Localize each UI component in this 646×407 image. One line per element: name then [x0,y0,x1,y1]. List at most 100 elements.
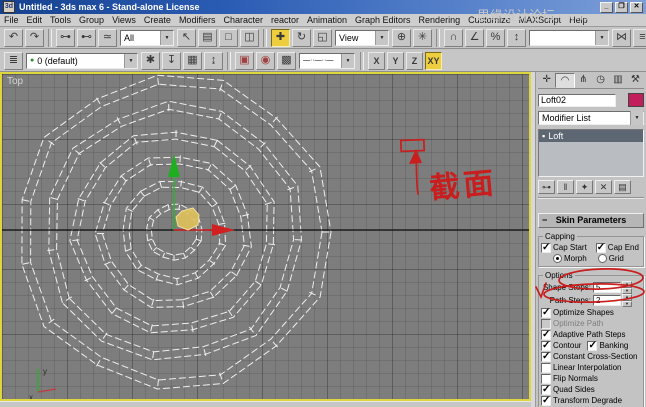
banking-checkbox[interactable] [587,341,597,351]
flip-normals-checkbox[interactable] [541,374,551,384]
shape-steps-spinner[interactable]: ▲▼ [622,281,632,294]
menu-item-edit[interactable]: Edit [23,15,47,25]
undo-button[interactable]: ↶ [4,29,23,47]
menu-item-maxscript[interactable]: MAXScript [515,15,566,25]
restore-button[interactable]: ❐ [615,2,628,13]
grid-radio[interactable] [598,254,607,263]
menu-item-group[interactable]: Group [75,15,108,25]
linetype-dropdown[interactable]: —··—··— ▼ [299,53,355,69]
spinner-snap-button[interactable]: ↕ [507,29,526,47]
select-and-link-button[interactable]: ⊶ [56,29,75,47]
tab-motion[interactable]: ◷ [592,73,609,88]
cap-end-checkbox[interactable] [596,243,606,253]
modifier-stack[interactable]: ▪ Loft [538,129,644,177]
tab-modify[interactable]: ◠ [555,73,574,88]
select-and-move-button[interactable]: ✚ [271,29,290,47]
tab-display[interactable]: ▥ [609,73,626,88]
menu-item-modifiers[interactable]: Modifiers [175,15,220,25]
menu-item-tools[interactable]: Tools [46,15,75,25]
select-by-name-button[interactable]: ▤ [198,29,217,47]
toolbar-separator [436,29,440,47]
skin-parameters-rollout-header[interactable]: − Skin Parameters [538,213,644,228]
select-object-button[interactable]: ↖ [177,29,196,47]
selection-region-button[interactable]: □ [219,29,238,47]
align-button[interactable]: ≡ [633,29,646,47]
named-selection-input[interactable] [533,32,593,44]
optimize-shapes-checkbox[interactable] [541,308,551,318]
restrict-xy-plane-button[interactable]: XY [425,52,442,70]
path-steps-spinner[interactable]: ▲▼ [622,294,632,307]
material-editor-button[interactable]: ◉ [256,52,275,70]
remove-modifier-button[interactable]: ✕ [595,180,612,194]
named-selection-dropdown[interactable]: ▼ [529,30,609,46]
menu-item-create[interactable]: Create [140,15,175,25]
menu-item-reactor[interactable]: reactor [267,15,303,25]
tab-hierarchy[interactable]: ⋔ [575,73,592,88]
restrict-x-button[interactable]: X [368,52,385,70]
morph-radio[interactable] [553,254,562,263]
object-name-input[interactable] [538,94,616,107]
menu-item-help[interactable]: Help [565,15,592,25]
select-and-manipulate-button[interactable]: ✳ [413,29,432,47]
viewport-label[interactable]: Top [7,76,23,87]
restrict-y-button[interactable]: Y [387,52,404,70]
minimize-button[interactable]: _ [600,2,613,13]
configure-modifier-sets-button[interactable]: ▤ [614,180,631,194]
make-unique-button[interactable]: ✦ [576,180,593,194]
menu-item-customize[interactable]: Customize [464,15,515,25]
new-layer-button[interactable]: ✱ [141,52,160,70]
unlink-selection-button[interactable]: ⊷ [77,29,96,47]
layer-manager-button[interactable]: ≣ [4,52,23,70]
constant-cross-section-checkbox[interactable] [541,352,551,362]
redo-button[interactable]: ↷ [25,29,44,47]
pin-stack-button[interactable]: ⊶ [538,180,555,194]
selected-loft-shape[interactable] [176,208,199,230]
shape-steps-value[interactable]: 5 [593,282,621,293]
linetype-value: —··—··— [303,57,333,64]
render-scene-button[interactable]: ▩ [277,52,296,70]
stack-toolbar: ⊶ ‖ ✦ ✕ ▤ [538,180,644,199]
viewport-canvas[interactable]: x y [2,74,529,399]
selection-filter-dropdown[interactable]: All ▼ [120,30,174,46]
select-and-rotate-button[interactable]: ↻ [292,29,311,47]
layer-dropdown[interactable]: ● 0 (default) ▼ [26,53,138,69]
window-crossing-button[interactable]: ◫ [240,29,259,47]
menu-item-file[interactable]: File [0,15,23,25]
tab-utilities[interactable]: ⚒ [627,73,644,88]
stack-item-loft[interactable]: ▪ Loft [539,130,643,142]
path-steps-value[interactable]: 2 [593,295,621,306]
angle-snap-button[interactable]: ∠ [465,29,484,47]
use-pivot-center-button[interactable]: ⊕ [392,29,411,47]
scale-icon: ◱ [317,31,327,43]
restrict-z-button[interactable]: Z [406,52,423,70]
menu-item-views[interactable]: Views [108,15,140,25]
object-color-swatch[interactable] [628,93,644,107]
menu-item-animation[interactable]: Animation [303,15,351,25]
menu-item-character[interactable]: Character [219,15,267,25]
reference-coordinate-dropdown[interactable]: View ▼ [335,30,389,46]
adaptive-path-steps-checkbox[interactable] [541,330,551,340]
spin-down-icon[interactable]: ▼ [622,301,632,308]
show-end-result-button[interactable]: ‖ [557,180,574,194]
contour-checkbox[interactable] [541,341,551,351]
schematic-view-button[interactable]: ▣ [235,52,254,70]
panel-scrollbar[interactable] [531,72,536,407]
tab-create[interactable]: ✛ [538,73,555,88]
mirror-button[interactable]: ⋈ [612,29,631,47]
viewport-top[interactable]: Top x y [0,72,531,401]
transform-degrade-checkbox[interactable] [541,396,551,406]
linear-interpolation-checkbox[interactable] [541,363,551,373]
modifier-list-dropdown[interactable]: Modifier List ▼ [538,111,644,125]
menu-item-graph-editors[interactable]: Graph Editors [351,15,415,25]
bind-to-spacewarp-button[interactable]: ≃ [98,29,117,47]
percent-snap-button[interactable]: % [486,29,505,47]
select-objects-in-layer-button[interactable]: ▦ [183,52,202,70]
select-and-scale-button[interactable]: ◱ [313,29,332,47]
quad-sides-checkbox[interactable] [541,385,551,395]
set-current-layer-button[interactable]: ↨ [204,52,223,70]
cap-start-checkbox[interactable] [541,243,551,253]
menu-item-rendering[interactable]: Rendering [415,15,465,25]
snap-toggle-button[interactable]: ∩ [444,29,463,47]
add-to-layer-button[interactable]: ↧ [162,52,181,70]
close-button[interactable]: ✕ [630,2,643,13]
